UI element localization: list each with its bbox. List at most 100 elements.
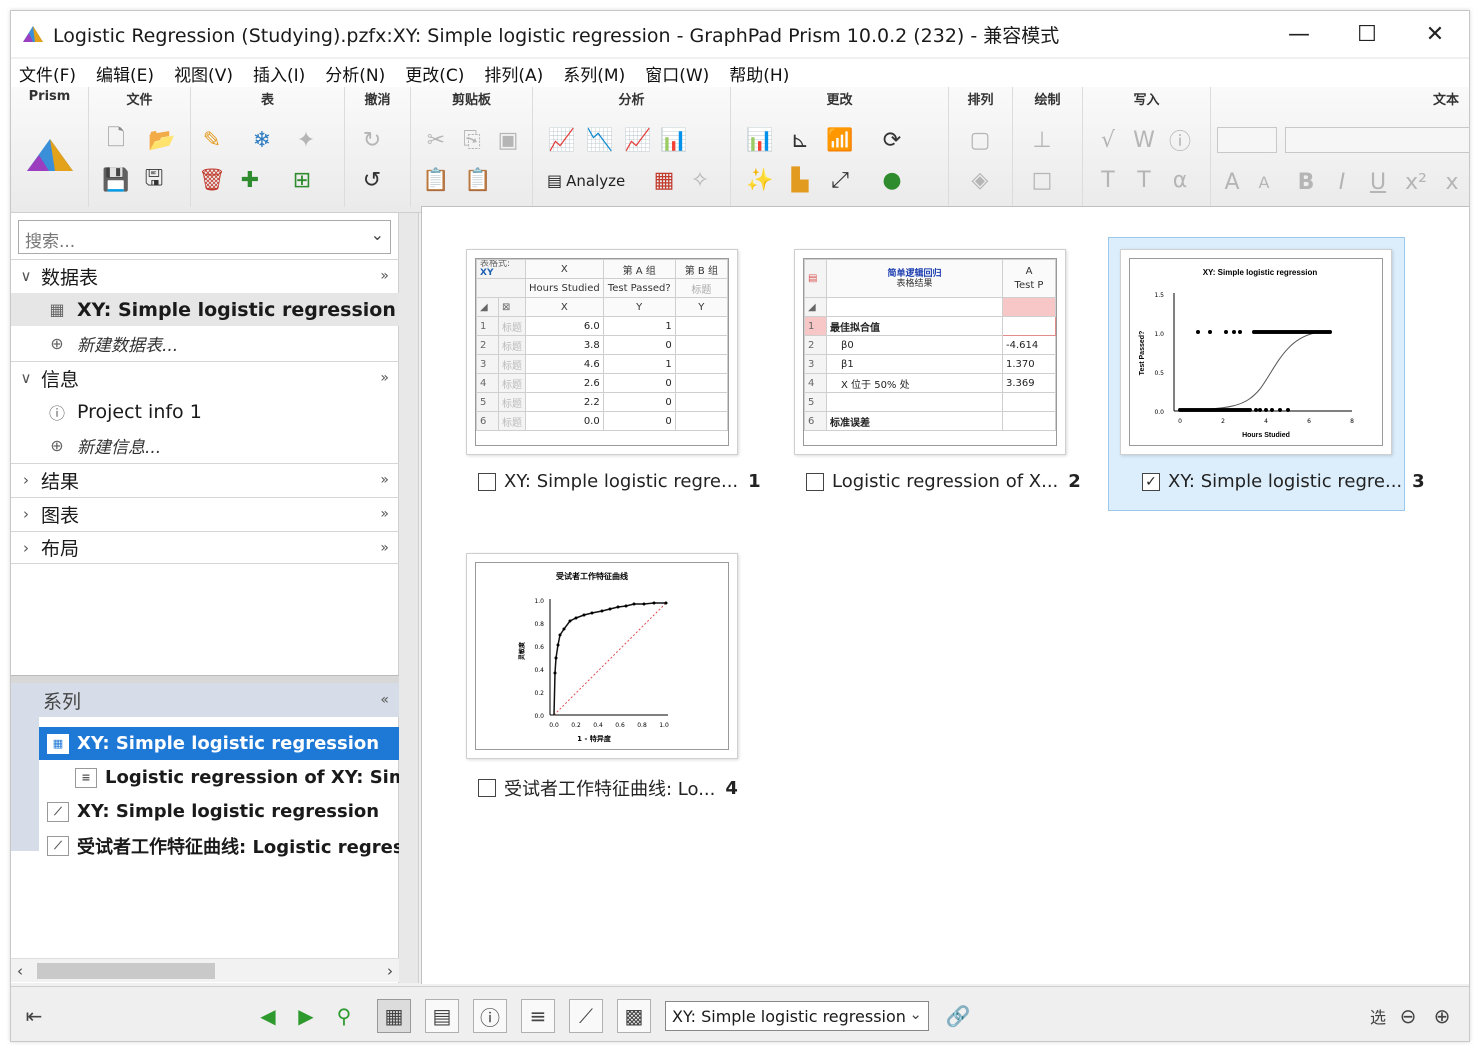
word-icon[interactable]: W <box>1129 125 1159 155</box>
transform-icon[interactable]: 📊 <box>659 125 689 155</box>
menu-window[interactable]: 窗口(W) <box>645 61 709 86</box>
copy-icon[interactable]: ⎘ <box>457 125 487 155</box>
data-tables-view-icon[interactable]: ▤ <box>425 999 459 1033</box>
wand-icon[interactable]: ✧ <box>685 165 715 195</box>
bold-icon[interactable]: B <box>1291 167 1321 197</box>
save-as-icon[interactable]: 🖫 <box>139 165 169 195</box>
scroll-left-icon[interactable]: ‹ <box>17 962 23 980</box>
scroll-right-icon[interactable]: › <box>387 962 393 980</box>
section-data-tables[interactable]: ∨ 数据表 » <box>11 259 399 292</box>
nav-item-project-info[interactable]: ⓘ Project info 1 <box>11 395 399 428</box>
menu-file[interactable]: 文件(F) <box>19 61 76 86</box>
snowflake-icon[interactable]: ❄ <box>247 125 277 155</box>
card-checkbox[interactable] <box>806 472 824 491</box>
draw-rect-icon[interactable]: □ <box>1027 165 1057 195</box>
fit-curve-icon[interactable]: 📈 <box>547 125 577 155</box>
panel-splitter[interactable] <box>11 675 399 683</box>
section-layouts[interactable]: › 布局 » <box>11 531 399 564</box>
family-item-roc-graph[interactable]: ⟋ 受试者工作特征曲线: Logistic regress <box>47 829 399 862</box>
close-button[interactable]: ✕ <box>1401 11 1469 57</box>
section-graphs[interactable]: › 图表 » <box>11 497 399 530</box>
menu-analyze[interactable]: 分析(N) <box>325 61 385 86</box>
nav-item-new-table[interactable]: ⊕ 新建数据表... <box>11 327 399 360</box>
column-stats-icon[interactable]: ▦ <box>649 165 679 195</box>
analyze-button[interactable]: ▤ Analyze <box>547 171 625 190</box>
draw-line-icon[interactable]: ⊥ <box>1027 125 1057 155</box>
axis-icon[interactable]: ⊾ <box>785 125 815 155</box>
menu-insert[interactable]: 插入(I) <box>253 61 305 86</box>
nav-item-new-info[interactable]: ⊕ 新建信息... <box>11 429 399 462</box>
chevron-down-icon[interactable]: ⌄ <box>371 225 384 244</box>
group-icon[interactable]: ◈ <box>965 165 995 195</box>
paste-special-icon[interactable]: 📋 <box>463 165 493 195</box>
zoom-select[interactable]: 选 <box>1361 999 1395 1033</box>
shrink-font-icon[interactable]: A <box>1249 167 1279 197</box>
column-chart-icon[interactable]: 📶 <box>825 125 855 155</box>
minimize-button[interactable]: — <box>1265 11 1333 57</box>
horizontal-scrollbar[interactable]: ‹ › <box>11 958 399 982</box>
pin-icon[interactable]: ✦ <box>291 125 321 155</box>
card-checkbox[interactable] <box>478 779 496 797</box>
family-item-results[interactable]: ≡ Logistic regression of XY: Simpl <box>75 761 399 794</box>
delete-sheet-icon[interactable]: 🗑 <box>197 165 227 195</box>
interpolate-icon[interactable]: 📈 <box>623 125 653 155</box>
menu-help[interactable]: 帮助(H) <box>729 61 789 86</box>
next-sheet-icon[interactable]: ▶ <box>289 999 323 1033</box>
graphs-view-icon[interactable]: ⟋ <box>569 999 603 1033</box>
font-size-select[interactable] <box>1217 127 1277 153</box>
zoom-out-icon[interactable]: ⊖ <box>1391 999 1425 1033</box>
menu-family[interactable]: 系列(M) <box>563 61 625 86</box>
family-item-data-table[interactable]: ▦ XY: Simple logistic regression <box>39 727 399 760</box>
regression-icon[interactable]: 📉 <box>585 125 615 155</box>
info-view-icon[interactable]: ⓘ <box>473 999 507 1033</box>
previous-sheet-icon[interactable]: ◀ <box>251 999 285 1033</box>
double-chevron-icon[interactable]: » <box>380 268 389 284</box>
sheet-select[interactable]: XY: Simple logistic regression ⌄ <box>665 1001 929 1031</box>
menu-edit[interactable]: 编辑(E) <box>96 61 154 86</box>
undo-icon[interactable]: ↺ <box>357 165 387 195</box>
double-chevron-icon[interactable]: » <box>380 370 389 386</box>
menu-change[interactable]: 更改(C) <box>405 61 464 86</box>
section-info[interactable]: ∨ 信息 » <box>11 361 399 394</box>
card-checkbox-checked[interactable]: ✓ <box>1142 472 1160 491</box>
search-input[interactable]: 搜索... ⌄ <box>18 220 391 254</box>
maximize-button[interactable]: ☐ <box>1333 11 1401 57</box>
cut-icon[interactable]: ✂ <box>421 125 451 155</box>
nav-item-xy-table[interactable]: ▦ XY: Simple logistic regression <box>11 293 399 326</box>
section-results[interactable]: › 结果 » <box>11 463 399 496</box>
magic-wand-icon[interactable]: ✨ <box>745 165 775 195</box>
toggle-navigator-icon[interactable]: ⇤ <box>17 999 51 1033</box>
open-file-icon[interactable]: 📂 <box>147 125 177 155</box>
paste-icon[interactable]: 📋 <box>421 165 451 195</box>
rotate-icon[interactable]: ⟳ <box>877 125 907 155</box>
layouts-view-icon[interactable]: ▩ <box>617 999 651 1033</box>
italic-icon[interactable]: I <box>1327 167 1357 197</box>
double-chevron-icon[interactable]: » <box>380 472 389 488</box>
align-icon[interactable]: ▢ <box>965 125 995 155</box>
family-item-graph[interactable]: ⟋ XY: Simple logistic regression <box>47 795 399 828</box>
scroll-thumb[interactable] <box>37 963 215 979</box>
subscript-icon[interactable]: x <box>1437 167 1467 197</box>
double-chevron-icon[interactable]: » <box>380 506 389 522</box>
new-file-icon[interactable]: 🗋 <box>101 125 131 155</box>
greek-icon[interactable]: α <box>1165 165 1195 195</box>
results-view-icon[interactable]: ≡ <box>521 999 555 1033</box>
highlight-icon[interactable]: ✎ <box>197 125 227 155</box>
format-graph-icon[interactable]: ▙ <box>785 165 815 195</box>
copy-format-icon[interactable]: ▣ <box>493 125 523 155</box>
redo-icon[interactable]: ↻ <box>357 125 387 155</box>
zoom-in-icon[interactable]: ⊕ <box>1425 999 1459 1033</box>
text-box-icon[interactable]: T <box>1129 165 1159 195</box>
gallery-view-icon[interactable]: ▦ <box>377 999 411 1033</box>
vertical-splitter[interactable] <box>399 213 419 983</box>
info-constant-icon[interactable]: ⓘ <box>1165 125 1195 155</box>
menu-arrange[interactable]: 排列(A) <box>484 61 543 86</box>
double-chevron-icon[interactable]: » <box>380 540 389 556</box>
prism-home-icon[interactable] <box>25 135 75 175</box>
bar-chart-icon[interactable]: 📊 <box>745 125 775 155</box>
link-icon[interactable]: 🔗 <box>941 999 975 1033</box>
grow-font-icon[interactable]: A <box>1217 167 1247 197</box>
menu-view[interactable]: 视图(V) <box>174 61 233 86</box>
superscript-icon[interactable]: x² <box>1401 167 1431 197</box>
color-scheme-icon[interactable]: ● <box>877 165 907 195</box>
